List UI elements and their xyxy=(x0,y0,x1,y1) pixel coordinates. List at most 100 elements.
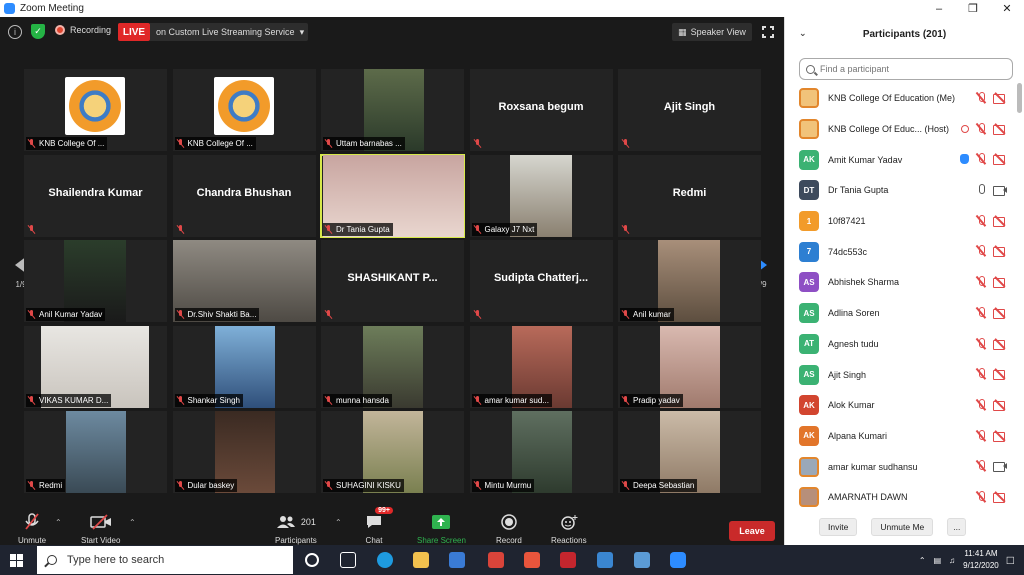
zoom-taskbar-icon[interactable] xyxy=(670,552,686,568)
recording-icon xyxy=(961,124,969,133)
video-tile[interactable]: Anil Kumar Yadav xyxy=(24,240,167,322)
participant-name: KNB College Of Education (Me) xyxy=(828,93,956,104)
participant-row[interactable]: KNB College Of Educ... (Host) xyxy=(785,114,1017,145)
record-label: Record xyxy=(496,536,522,545)
notifications-icon[interactable]: □ xyxy=(1007,553,1014,567)
participant-row[interactable]: AK Amit Kumar Yadav xyxy=(785,144,1017,175)
participant-status-icons xyxy=(975,398,1007,411)
participant-row[interactable]: 7 74dc553c xyxy=(785,236,1017,267)
participants-button[interactable]: 201 Participants xyxy=(275,512,317,545)
video-tile[interactable]: Chandra Bhushan xyxy=(172,154,316,237)
video-tile[interactable]: Deepa Sebastian xyxy=(618,411,761,493)
mic-off-icon xyxy=(27,395,36,405)
video-tile[interactable]: Pradip yadav xyxy=(618,325,761,408)
pdf-reader-icon[interactable] xyxy=(524,552,540,568)
recording-indicator[interactable]: Recording xyxy=(55,25,111,35)
participant-row[interactable]: AS Abhishek Sharma xyxy=(785,267,1017,298)
edge-browser-icon[interactable] xyxy=(377,552,393,568)
video-tile[interactable]: Mintu Murmu xyxy=(469,411,613,493)
participant-list-scrollbar[interactable] xyxy=(1017,83,1022,113)
participant-status-icons xyxy=(975,460,1007,473)
cortana-icon[interactable] xyxy=(305,553,319,567)
office-icon[interactable] xyxy=(488,552,504,568)
minimize-button[interactable]: – xyxy=(922,0,956,17)
close-button[interactable]: ✕ xyxy=(990,0,1024,17)
video-tile[interactable]: Dr.Shiv Shakti Ba... xyxy=(172,240,316,322)
mic-off-icon xyxy=(975,122,987,135)
more-options-button[interactable]: ... xyxy=(947,518,967,536)
unmute-me-button[interactable]: Unmute Me xyxy=(871,518,934,536)
video-tile[interactable]: munna hansda xyxy=(321,325,464,408)
fullscreen-icon[interactable] xyxy=(761,25,775,39)
unmute-button[interactable]: Unmute xyxy=(18,512,46,545)
video-tile[interactable]: Anil kumar xyxy=(618,240,761,322)
live-stream-dropdown[interactable]: on Custom Live Streaming Service ▾ xyxy=(150,23,308,41)
participant-row[interactable]: AK Alok Kumar xyxy=(785,390,1017,421)
video-tile[interactable]: VIKAS KUMAR D... xyxy=(24,325,167,408)
participant-row[interactable]: AS Adlina Soren xyxy=(785,298,1017,329)
taskbar-search-icon xyxy=(47,555,57,565)
taskbar-search[interactable]: Type here to search xyxy=(37,546,293,574)
video-tile[interactable]: KNB College Of ... xyxy=(24,69,167,151)
video-tile[interactable]: Redmi xyxy=(618,154,761,237)
leave-button[interactable]: Leave xyxy=(729,521,775,541)
participant-row[interactable]: KNB College Of Education (Me) xyxy=(785,83,1017,114)
mic-off-icon xyxy=(975,398,987,411)
collapse-chevron-icon[interactable]: ⌄ xyxy=(799,28,807,39)
participant-status-icons xyxy=(975,214,1007,227)
video-tile[interactable]: SHASHIKANT P... xyxy=(321,240,464,322)
info-icon[interactable]: i xyxy=(8,25,22,39)
chat-label: Chat xyxy=(365,536,383,545)
participant-search[interactable] xyxy=(799,58,1013,80)
participants-options-caret[interactable]: ⌃ xyxy=(335,518,342,527)
app-icon[interactable] xyxy=(634,552,650,568)
participant-row[interactable]: AS Ajit Singh xyxy=(785,359,1017,390)
windows-start-icon[interactable] xyxy=(10,554,23,567)
video-tile[interactable]: Roxsana begum xyxy=(469,69,613,151)
taskbar-clock[interactable]: 11:41 AM 9/12/2020 xyxy=(963,548,999,572)
participant-row[interactable]: AK Alpana Kumari xyxy=(785,421,1017,452)
participant-row[interactable]: DT Dr Tania Gupta xyxy=(785,175,1017,206)
record-button[interactable]: Record xyxy=(496,512,522,545)
start-video-button[interactable]: Start Video xyxy=(81,512,120,545)
speaker-view-button[interactable]: ▦ Speaker View xyxy=(672,23,752,41)
video-tile[interactable]: SUHAGINI KISKU xyxy=(321,411,464,493)
share-screen-button[interactable]: Share Screen xyxy=(417,512,466,545)
participant-row[interactable]: 1 10f87421 xyxy=(785,206,1017,237)
mcafee-icon[interactable] xyxy=(560,552,576,568)
mic-off-icon xyxy=(621,139,630,148)
participant-row[interactable]: AMARNATH DAWN xyxy=(785,482,1017,508)
participant-name-label: Dr.Shiv Shakti Ba... xyxy=(187,310,257,319)
tray-chevron-icon[interactable]: ⌃ xyxy=(919,556,926,565)
participant-search-input[interactable] xyxy=(820,64,1000,74)
volume-icon[interactable]: ♫ xyxy=(949,556,955,565)
chat-button[interactable]: 99+ Chat xyxy=(365,507,393,545)
video-tile[interactable]: Ajit Singh xyxy=(618,69,761,151)
mail-icon[interactable] xyxy=(597,552,613,568)
video-options-caret[interactable]: ⌃ xyxy=(129,518,136,527)
video-tile[interactable]: Galaxy J7 Nxt xyxy=(469,154,613,237)
video-tile[interactable]: Dr Tania Gupta xyxy=(320,153,465,238)
video-tile[interactable]: Shankar Singh xyxy=(172,325,316,408)
video-tile[interactable]: Sudipta Chatterj... xyxy=(469,240,613,322)
task-view-icon[interactable] xyxy=(340,552,356,568)
store-icon[interactable] xyxy=(449,552,465,568)
mic-off-icon xyxy=(24,512,40,532)
participant-row[interactable]: amar kumar sudhansu xyxy=(785,451,1017,482)
video-tile[interactable]: amar kumar sud... xyxy=(469,325,613,408)
video-tile[interactable]: Redmi xyxy=(24,411,167,493)
file-explorer-icon[interactable] xyxy=(413,552,429,568)
video-tile[interactable]: Uttam barnabas ... xyxy=(321,69,464,151)
audio-options-caret[interactable]: ⌃ xyxy=(55,518,62,527)
maximize-button[interactable]: ❐ xyxy=(956,0,990,17)
video-tile[interactable]: Shailendra Kumar xyxy=(24,154,167,237)
participant-row[interactable]: AT Agnesh tudu xyxy=(785,329,1017,360)
reactions-button[interactable]: Reactions xyxy=(551,512,587,545)
network-icon[interactable]: ▤ xyxy=(934,556,942,565)
video-tile[interactable]: Dular baskey xyxy=(172,411,316,493)
zoom-app-icon xyxy=(4,3,15,14)
avatar: AS xyxy=(799,364,819,385)
security-shield-icon[interactable]: ✓ xyxy=(31,24,45,39)
video-tile[interactable]: KNB College Of ... xyxy=(172,69,316,151)
invite-button[interactable]: Invite xyxy=(819,518,858,536)
